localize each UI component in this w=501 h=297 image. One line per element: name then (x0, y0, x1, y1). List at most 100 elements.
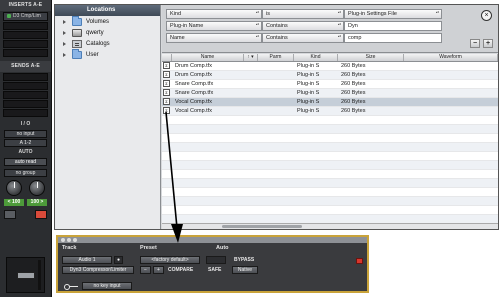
column-header[interactable]: Name (172, 54, 244, 61)
result-size: 260 Bytes (341, 63, 366, 69)
criteria-operator-select[interactable]: Contains (262, 21, 344, 31)
preset-next-button[interactable]: + (153, 266, 164, 274)
catalog-icon (72, 39, 82, 48)
result-row[interactable]: Σ Drum Comp.tfx Plug-in S 260 Bytes (162, 71, 498, 80)
location-item[interactable]: qwerty (55, 27, 160, 38)
column-header[interactable]: Size (338, 54, 404, 61)
disclosure-triangle-icon[interactable] (63, 19, 66, 24)
result-parm (258, 71, 294, 79)
locations-pane: Locations Volumes qwerty Catalogs User (55, 5, 161, 229)
send-slot-b[interactable] (3, 82, 48, 90)
key-input-selector[interactable]: no key input (82, 282, 132, 290)
insert-slot-a[interactable]: D3 Cmp/Lim (3, 12, 48, 21)
result-row[interactable]: Σ Snare Comp.tfx Plug-in S 260 Bytes (162, 80, 498, 89)
disclosure-triangle-icon[interactable] (63, 30, 66, 35)
scroll-thumb[interactable] (222, 225, 302, 228)
fader-cap[interactable] (17, 272, 35, 279)
send-slot-a[interactable] (3, 73, 48, 81)
result-row[interactable]: Σ Vocal Comp.tfx Plug-in S 260 Bytes (162, 98, 498, 107)
disclosure-triangle-icon[interactable] (63, 41, 66, 46)
location-label: Catalogs (86, 40, 110, 47)
send-slot-c[interactable] (3, 91, 48, 99)
criteria-value-select[interactable]: Plug-in Settings File (344, 9, 442, 19)
criteria-value-field[interactable]: Dyn (344, 21, 442, 31)
file-icon-cell: Σ (162, 107, 172, 115)
preset-prev-button[interactable]: − (140, 266, 151, 274)
file-icon-cell: Σ (162, 80, 172, 88)
close-search-icon[interactable]: × (481, 10, 492, 21)
mute-button[interactable] (35, 210, 47, 219)
result-row[interactable]: Σ Drum Comp.tfx Plug-in S 260 Bytes (162, 62, 498, 71)
compare-button[interactable]: COMPARE (168, 267, 193, 273)
insert-slot-b[interactable] (3, 22, 48, 30)
insert-slot-e[interactable] (3, 49, 48, 57)
criteria-value-field[interactable]: comp (344, 33, 442, 43)
pan-left-value: < 100 (4, 199, 24, 206)
result-size: 260 Bytes (341, 108, 366, 114)
insert-slot-c[interactable] (3, 31, 48, 39)
preset-selector[interactable]: <factory default> (140, 256, 200, 264)
send-slot-e[interactable] (3, 109, 48, 117)
locations-title: Locations (55, 5, 160, 16)
empty-row (162, 152, 498, 161)
result-name: Vocal Comp.tfx (175, 108, 212, 114)
insert-slot-d[interactable] (3, 40, 48, 48)
output-selector[interactable]: A 1-2 (4, 139, 47, 147)
result-waveform (404, 80, 498, 88)
minimize-window-icon[interactable] (67, 238, 71, 242)
column-header[interactable]: Kind (294, 54, 338, 61)
pan-left-knob[interactable] (5, 180, 22, 196)
preset-label: Preset (140, 245, 157, 251)
insert-slot-label: D3 Cmp/Lim (13, 13, 41, 19)
group-selector[interactable]: no group (4, 169, 47, 177)
result-row[interactable]: Σ Snare Comp.tfx Plug-in S 260 Bytes (162, 89, 498, 98)
plugin-titlebar[interactable] (58, 237, 367, 243)
automation-mode-selector[interactable]: auto read (4, 158, 47, 166)
result-name: Snare Comp.tfx (175, 81, 214, 87)
safe-button[interactable]: SAFE (208, 267, 221, 273)
bypass-button[interactable]: BYPASS (234, 257, 254, 263)
result-r (244, 107, 258, 115)
location-item[interactable]: User (55, 48, 160, 60)
result-parm (258, 89, 294, 97)
column-header[interactable]: ↑ ▾ (244, 54, 258, 61)
input-selector[interactable]: no input (4, 130, 47, 138)
disclosure-triangle-icon[interactable] (63, 52, 66, 57)
automation-enable-button[interactable] (206, 256, 226, 264)
column-header[interactable]: Waveform (404, 54, 498, 61)
location-item[interactable]: Volumes (55, 15, 160, 27)
location-item[interactable]: Catalogs (55, 38, 160, 49)
column-header[interactable]: Parm (258, 54, 294, 61)
volume-fader[interactable] (6, 257, 45, 293)
criteria-operator-select[interactable]: Contains (262, 33, 344, 43)
horizontal-scrollbar[interactable] (162, 223, 498, 229)
file-icon-cell: Σ (162, 89, 172, 97)
criteria-field-select[interactable]: Name (166, 33, 262, 43)
result-row[interactable]: Σ Vocal Comp.tfx Plug-in S 260 Bytes (162, 107, 498, 116)
insert-active-icon (7, 13, 11, 18)
remove-criteria-button[interactable]: − (470, 39, 480, 48)
file-icon-cell: Σ (162, 62, 172, 70)
result-name: Vocal Comp.tfx (175, 99, 212, 105)
key-icon (64, 284, 78, 290)
track-nav-button[interactable]: ● (114, 256, 123, 264)
record-enable-button[interactable] (4, 210, 16, 219)
send-slot-d[interactable] (3, 100, 48, 108)
criteria-field-select[interactable]: Plug-in Name (166, 21, 262, 31)
result-name: Drum Comp.tfx (175, 63, 212, 69)
criteria-operator-select[interactable]: is (262, 9, 344, 19)
native-button[interactable]: Native (232, 266, 258, 274)
pan-right-knob[interactable] (29, 180, 46, 196)
insert-selector[interactable]: Dyn3 Compressor/Limiter (62, 266, 134, 274)
empty-row (162, 188, 498, 197)
result-kind: Plug-in S (297, 90, 320, 96)
close-window-icon[interactable] (61, 238, 65, 242)
column-header-icon (162, 54, 172, 61)
zoom-window-icon[interactable] (73, 238, 77, 242)
track-label: Track (62, 245, 77, 251)
result-waveform (404, 89, 498, 97)
result-size: 260 Bytes (341, 72, 366, 78)
add-criteria-button[interactable]: + (483, 39, 493, 48)
track-selector[interactable]: Audio 1 (62, 256, 112, 264)
criteria-field-select[interactable]: Kind (166, 9, 262, 19)
